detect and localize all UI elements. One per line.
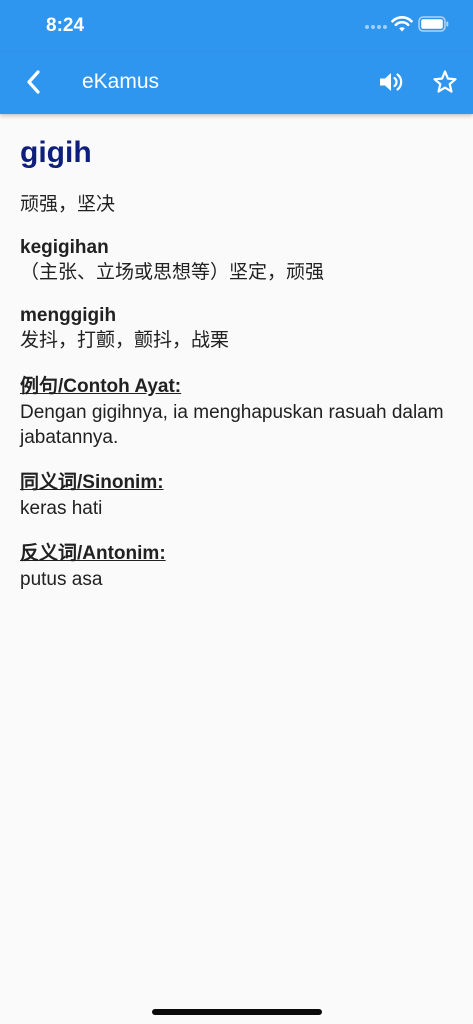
pronounce-button[interactable] bbox=[372, 63, 410, 101]
headword-meaning: 顽强，坚决 bbox=[20, 194, 116, 215]
synonym-section: 同义词/Sinonim: keras hati bbox=[20, 470, 453, 521]
app-bar: eKamus bbox=[0, 52, 473, 114]
synonym-text: keras hati bbox=[20, 498, 103, 519]
derivative-term: menggigih bbox=[20, 305, 117, 326]
antonym-text: putus asa bbox=[20, 569, 103, 590]
derivative-meaning: 发抖，打颤，颤抖，战栗 bbox=[20, 330, 230, 351]
derivative-meaning: （主张、立场或思想等）坚定，顽强 bbox=[20, 262, 325, 283]
back-button[interactable] bbox=[14, 62, 54, 102]
derivative-entry: menggigih 发抖，打颤，颤抖，战栗 bbox=[20, 304, 453, 354]
cellular-signal-icon bbox=[365, 25, 387, 29]
speaker-icon bbox=[380, 73, 403, 91]
headword: gigih bbox=[20, 136, 92, 169]
wifi-icon bbox=[391, 16, 413, 32]
antonym-heading: 反义词/Antonim: bbox=[20, 543, 166, 564]
example-section: 例句/Contoh Ayat: Dengan gigihnya, ia meng… bbox=[20, 374, 453, 450]
battery-icon bbox=[418, 16, 449, 32]
home-indicator[interactable] bbox=[152, 1009, 322, 1015]
status-time: 8:24 bbox=[46, 15, 85, 36]
star-outline-icon bbox=[433, 70, 457, 93]
chevron-left-icon bbox=[27, 70, 40, 94]
app-title: eKamus bbox=[82, 70, 160, 93]
synonym-heading: 同义词/Sinonim: bbox=[20, 472, 164, 493]
antonym-section: 反义词/Antonim: putus asa bbox=[20, 541, 453, 592]
derivative-term: kegigihan bbox=[20, 237, 109, 258]
status-bar: 8:24 bbox=[0, 0, 473, 52]
example-text: Dengan gigihnya, ia menghapuskan rasuah … bbox=[20, 402, 444, 448]
example-heading: 例句/Contoh Ayat: bbox=[20, 376, 182, 397]
derivative-entry: kegigihan （主张、立场或思想等）坚定，顽强 bbox=[20, 236, 453, 286]
entry-content: gigih 顽强，坚决 kegigihan （主张、立场或思想等）坚定，顽强 m… bbox=[20, 114, 453, 592]
favorite-button[interactable] bbox=[426, 63, 464, 101]
